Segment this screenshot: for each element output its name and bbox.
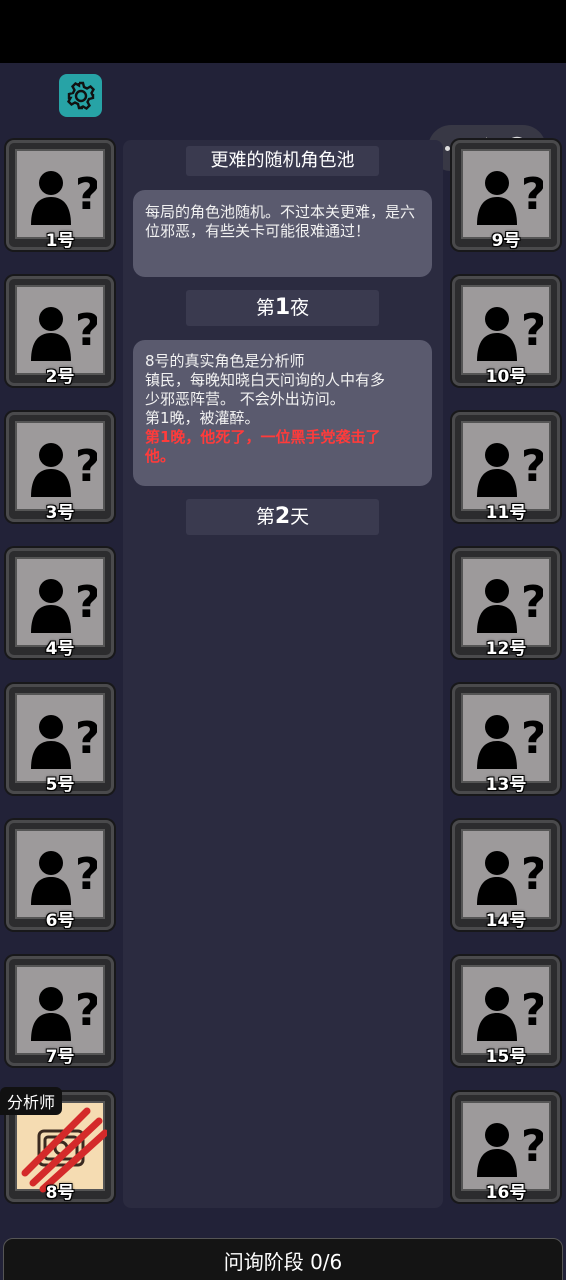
unknown-player-icon: ? [477,577,543,633]
player-number: 4号 [45,639,75,659]
player-number: 1号 [45,231,75,251]
player-number: 7号 [45,1047,75,1067]
player-slot[interactable]: ?5号 [6,684,114,795]
role-tag: 分析师 [0,1087,63,1115]
svg-text:?: ? [521,1121,543,1172]
svg-text:?: ? [75,305,97,356]
player-number: 16号 [485,1183,527,1203]
night-1-message: 8号的真实角色是分析师 镇民，每晚知晓白天问询的人中有多 少邪恶阵营。 不会外出… [133,340,432,486]
player-number: 10号 [485,367,527,387]
unknown-player-icon: ? [477,849,543,905]
unknown-player-icon: ? [477,985,543,1041]
day-2-header: 第2天 [186,499,379,535]
unknown-player-icon: ? [31,849,97,905]
player-slot[interactable]: ? 11号 [452,412,560,523]
player-number: 3号 [45,503,75,523]
player-number: 2号 [45,367,75,387]
night-1-header: 第1夜 [186,290,379,326]
svg-text:?: ? [75,713,97,764]
unknown-player-icon: ? [477,713,543,769]
player-slot[interactable]: ? 13号 [452,684,560,795]
player-slot[interactable]: ?9号 [452,140,560,251]
settings-button[interactable] [59,74,102,117]
player-slot[interactable]: ?3号 [6,412,114,523]
player-slot[interactable]: ? 16号 [452,1092,560,1203]
svg-text:?: ? [75,985,97,1036]
player-slot[interactable]: ?4号 [6,548,114,659]
player-slot[interactable]: ? 14号 [452,820,560,931]
player-number: 13号 [485,775,527,795]
player-number: 12号 [485,639,527,659]
unknown-player-icon: ? [31,305,97,361]
svg-text:?: ? [75,169,97,220]
svg-text:?: ? [75,441,97,492]
player-number: 11号 [485,503,527,523]
svg-text:?: ? [75,849,97,900]
player-number: 14号 [485,911,527,931]
player-number: 8号 [45,1183,75,1203]
unknown-player-icon: ? [477,169,543,225]
player-slot[interactable]: ?7号 [6,956,114,1067]
player-number: 6号 [45,911,75,931]
player-number: 15号 [485,1047,527,1067]
phase-bar[interactable]: 问询阶段 0/6 [3,1238,563,1280]
status-bar [0,0,566,63]
player-slot[interactable]: ? 10号 [452,276,560,387]
svg-text:?: ? [521,849,543,900]
intro-message: 每局的角色池随机。不过本关更难，是六位邪恶，有些关卡可能很难通过！ [133,190,432,277]
player-slot[interactable]: ?1号 [6,140,114,251]
svg-text:?: ? [521,169,543,220]
unknown-player-icon: ? [477,1121,543,1177]
log-title: 更难的随机角色池 [186,146,379,176]
svg-text:?: ? [521,441,543,492]
player-number: 9号 [491,231,521,251]
unknown-player-icon: ? [31,985,97,1041]
svg-text:?: ? [521,577,543,628]
svg-text:?: ? [75,577,97,628]
svg-text:?: ? [521,713,543,764]
unknown-player-icon: ? [31,577,97,633]
player-slot[interactable]: ? 15号 [452,956,560,1067]
player-number: 5号 [45,775,75,795]
svg-text:?: ? [521,305,543,356]
unknown-player-icon: ? [31,713,97,769]
player-slot[interactable]: ? 12号 [452,548,560,659]
unknown-player-icon: ? [477,305,543,361]
player-slot[interactable]: ?6号 [6,820,114,931]
unknown-player-icon: ? [477,441,543,497]
svg-text:?: ? [521,985,543,1036]
gear-icon [66,81,95,110]
unknown-player-icon: ? [31,169,97,225]
player-slot[interactable]: ?2号 [6,276,114,387]
unknown-player-icon: ? [31,441,97,497]
